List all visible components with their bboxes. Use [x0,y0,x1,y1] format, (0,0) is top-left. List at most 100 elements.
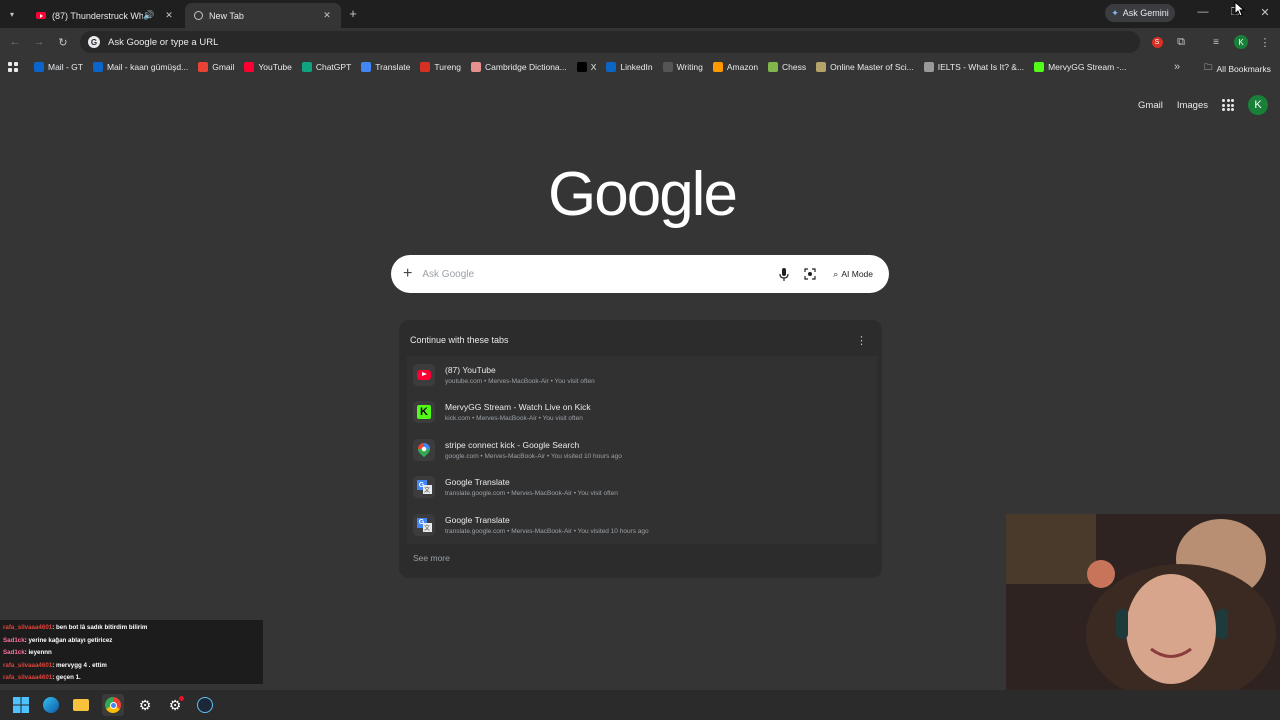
folder-icon: 🗀 [1204,62,1213,72]
gmail-icon [198,62,209,72]
search-box: + ⌕ AI Mode [391,255,889,293]
images-link[interactable]: Images [1177,100,1208,111]
ask-gemini-label: Ask Gemini [1122,8,1169,18]
google-apps-icon[interactable] [1222,99,1234,111]
more-bookmarks-chevron-icon[interactable]: » [1170,60,1184,74]
chat-message: rafa_silvaaa4601: geçen 1. [0,674,263,687]
bookmark-item[interactable]: YouTube [244,62,292,72]
continue-tab-row[interactable]: (87) YouTube youtube.com • Merves-MacBook… [407,356,877,394]
continue-tab-title: MervyGG Stream - Watch Live on Kick [445,402,591,413]
tab-title: (87) Thunderstruck White T [52,10,143,21]
continue-tab-row[interactable]: stripe connect kick - Google Search googl… [407,431,877,469]
continue-tab-text: Google Translate translate.google.com • M… [445,477,618,497]
youtube-icon [244,62,255,72]
bookmark-item[interactable]: X [576,62,596,72]
ai-mode-button[interactable]: ⌕ AI Mode [827,262,879,286]
gmail-link[interactable]: Gmail [1138,100,1163,111]
bookmark-item[interactable]: Mail - kaan gümüşd... [92,62,189,72]
continue-tab-title: Google Translate [445,477,510,488]
outlook-icon [92,62,103,72]
continue-tab-text: MervyGG Stream - Watch Live on Kick kick.… [445,402,591,422]
linkedin-icon [606,62,617,72]
continue-tab-row[interactable]: G 文 Google Translate translate.google.com •… [407,506,877,544]
bookmark-item[interactable]: Amazon [712,62,758,72]
chatgpt-app-icon[interactable]: ⚙ [136,696,154,714]
cambridge-icon [471,62,482,72]
continue-tab-subtitle: google.com • Merves-MacBook-Air • You vi… [445,452,622,460]
chrome-icon[interactable] [102,694,124,716]
continue-tab-subtitle: kick.com • Merves-MacBook-Air • You visi… [445,415,583,423]
plus-icon[interactable]: + [403,265,412,283]
chat-text: : mervygg 4 . ettim [52,661,107,669]
maps-pin-icon [413,438,435,461]
all-bookmarks-folder[interactable]: 🗀 All Bookmarks [1204,62,1271,76]
microphone-icon[interactable] [775,265,793,283]
file-explorer-icon[interactable] [72,696,90,714]
bookmark-label: Cambridge Dictiona... [485,62,567,72]
continue-tab-text: (87) YouTube youtube.com • Merves-MacBook… [445,365,595,385]
speaker-icon[interactable]: 🔊 [143,10,155,21]
close-tab-icon[interactable]: ✕ [321,10,333,21]
back-arrow-icon[interactable]: ← [8,35,22,49]
bookmark-item[interactable]: Translate [361,62,410,72]
extension-s-icon[interactable]: S [1150,35,1164,49]
all-bookmarks-label: All Bookmarks [1216,64,1271,74]
profile-avatar-icon[interactable]: K [1233,34,1249,50]
minimize-button[interactable]: — [1196,5,1210,19]
address-bar[interactable]: G Ask Google or type a URL [80,31,1140,53]
steam-icon[interactable] [196,696,214,714]
university-icon [816,62,827,72]
continue-tab-row[interactable]: G 文 Google Translate translate.google.com •… [407,468,877,506]
app-with-badge-icon[interactable]: ⚙ [166,696,184,714]
close-window-button[interactable]: ✕ [1258,5,1272,19]
bookmark-item[interactable]: Cambridge Dictiona... [471,62,567,72]
chat-text: : ben bot lâ sadık bitirdim bilirim [52,624,148,631]
close-tab-icon[interactable]: ✕ [163,10,175,21]
chrome-menu-icon[interactable]: ⋮ [1258,35,1272,49]
extensions-puzzle-icon[interactable]: ⧉ [1174,35,1188,49]
bookmark-item[interactable]: Tureng [420,62,461,72]
more-options-icon[interactable]: ⋮ [856,334,867,347]
camera-lens-icon[interactable] [801,265,819,283]
bookmark-item[interactable]: Gmail [198,62,234,72]
chatgpt-icon [301,62,312,72]
bookmark-label: ChatGPT [315,62,352,72]
chat-message: rafa_silvaaa4601: ben bot lâ sadık bitir… [0,624,263,637]
bookmark-label: Online Master of Sci... [830,62,914,72]
bookmark-item[interactable]: Chess [768,62,806,72]
tab-youtube[interactable]: (87) Thunderstruck White T 🔊 ✕ [28,3,183,28]
continue-tab-title: (87) YouTube [445,364,496,375]
bookmark-item[interactable]: Mail - GT [34,62,83,72]
tab-new-tab[interactable]: New Tab ✕ [185,3,341,28]
edge-icon[interactable] [42,696,60,714]
bookmark-item[interactable]: Writing [662,62,703,72]
reload-icon[interactable]: ↻ [56,35,70,49]
bookmark-item[interactable]: IELTS - What Is It? &... [923,62,1024,72]
new-tab-button[interactable]: + [346,6,360,21]
bookmark-item[interactable]: Online Master of Sci... [816,62,914,72]
apps-grid-icon[interactable] [8,62,18,72]
bookmark-item[interactable]: ChatGPT [301,62,352,72]
bookmark-list: Mail - GT Mail - kaan gümüşd... Gmail YouTu… [34,62,1136,72]
windows-start-icon[interactable] [12,696,30,714]
see-more-link[interactable]: See more [413,553,450,563]
forward-arrow-icon[interactable]: → [32,35,46,49]
account-avatar[interactable]: K [1248,95,1268,115]
media-control-icon[interactable]: ≡ [1209,35,1223,49]
youtube-icon [36,11,46,21]
ask-gemini-button[interactable]: ✦ Ask Gemini [1105,4,1175,22]
tab-search-button[interactable]: ▾ [5,7,19,21]
bookmark-label: Mail - kaan gümüşd... [106,62,189,72]
writing-icon [662,62,673,72]
continue-tab-row[interactable]: K MervyGG Stream - Watch Live on Kick kick… [407,393,877,431]
outlook-icon [34,62,44,72]
bookmark-label: Tureng [434,62,462,72]
webcam-image [1006,514,1280,690]
bookmark-item[interactable]: LinkedIn [606,62,653,72]
continue-tab-title: stripe connect kick - Google Search [445,439,580,450]
amazon-icon [712,62,723,72]
bookmark-item[interactable]: MervyGG Stream -... [1034,62,1126,72]
continue-tabs-list: (87) YouTube youtube.com • Merves-MacBook… [407,356,877,544]
search-input[interactable] [422,268,768,280]
tab-strip: ▾ (87) Thunderstruck White T 🔊 ✕ New Tab… [0,0,1280,28]
